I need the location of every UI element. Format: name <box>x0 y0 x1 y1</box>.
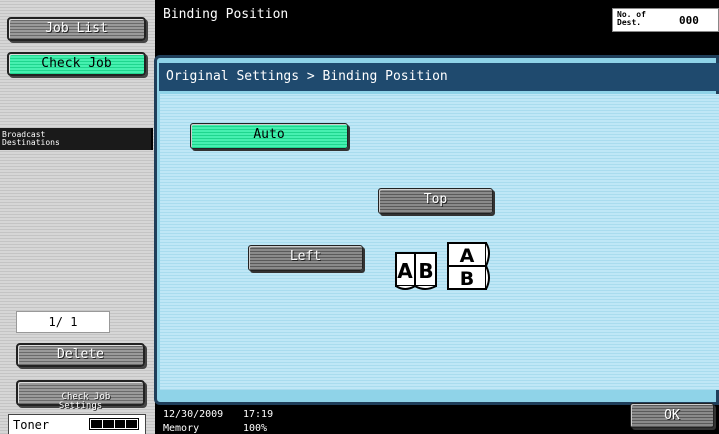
check-job-label: Check Job <box>41 56 112 71</box>
toner-segment <box>91 420 102 428</box>
check-job-settings-button[interactable]: Check Job Settings <box>16 380 145 411</box>
page-indicator: 1/ 1 <box>16 311 110 333</box>
toner-indicator: Toner <box>8 414 146 434</box>
date-readout: 12/30/2009 <box>163 409 224 420</box>
breadcrumb: Original Settings > Binding Position <box>159 63 719 91</box>
left-button[interactable]: Left <box>248 245 363 271</box>
broadcast-destinations-label: Broadcast Destinations <box>0 128 153 150</box>
memory-value: 100% <box>243 423 268 434</box>
toner-label: Toner <box>13 418 50 432</box>
left-label: Left <box>289 249 322 264</box>
toner-segment <box>102 420 114 428</box>
top-binding-booklet-icon: A B <box>447 242 490 290</box>
memory-label: Memory <box>163 423 200 434</box>
check-job-button[interactable]: Check Job <box>7 52 146 76</box>
delete-label: Delete <box>57 347 104 362</box>
toner-gauge <box>89 418 139 430</box>
broadcast-text: Broadcast Destinations <box>2 130 60 147</box>
toner-segment <box>114 420 126 428</box>
destination-count-label: No. of Dest. <box>617 10 646 27</box>
auto-button[interactable]: Auto <box>190 123 348 149</box>
toner-segment <box>126 420 137 428</box>
booklet-top-letter-a: A <box>460 245 475 267</box>
auto-label: Auto <box>253 127 285 142</box>
ok-label: OK <box>664 408 680 423</box>
ok-button[interactable]: OK <box>630 403 714 428</box>
top-label: Top <box>423 192 448 207</box>
top-button[interactable]: Top <box>378 188 493 214</box>
booklet-top-letter-b: B <box>460 268 474 290</box>
time-readout: 17:19 <box>243 409 274 420</box>
destination-count-value: 000 <box>679 14 699 27</box>
job-list-label: Job List <box>45 21 108 36</box>
screen-title: Binding Position <box>163 7 289 22</box>
binding-position-icon: A B A B <box>395 242 490 290</box>
job-list-button[interactable]: Job List <box>7 17 146 41</box>
destination-count-box: No. of Dest. 000 <box>612 8 719 32</box>
delete-button[interactable]: Delete <box>16 343 145 367</box>
booklet-left-letter-a: A <box>397 259 413 283</box>
left-binding-booklet-icon: A B <box>395 252 437 290</box>
booklet-left-letter-b: B <box>418 259 433 283</box>
